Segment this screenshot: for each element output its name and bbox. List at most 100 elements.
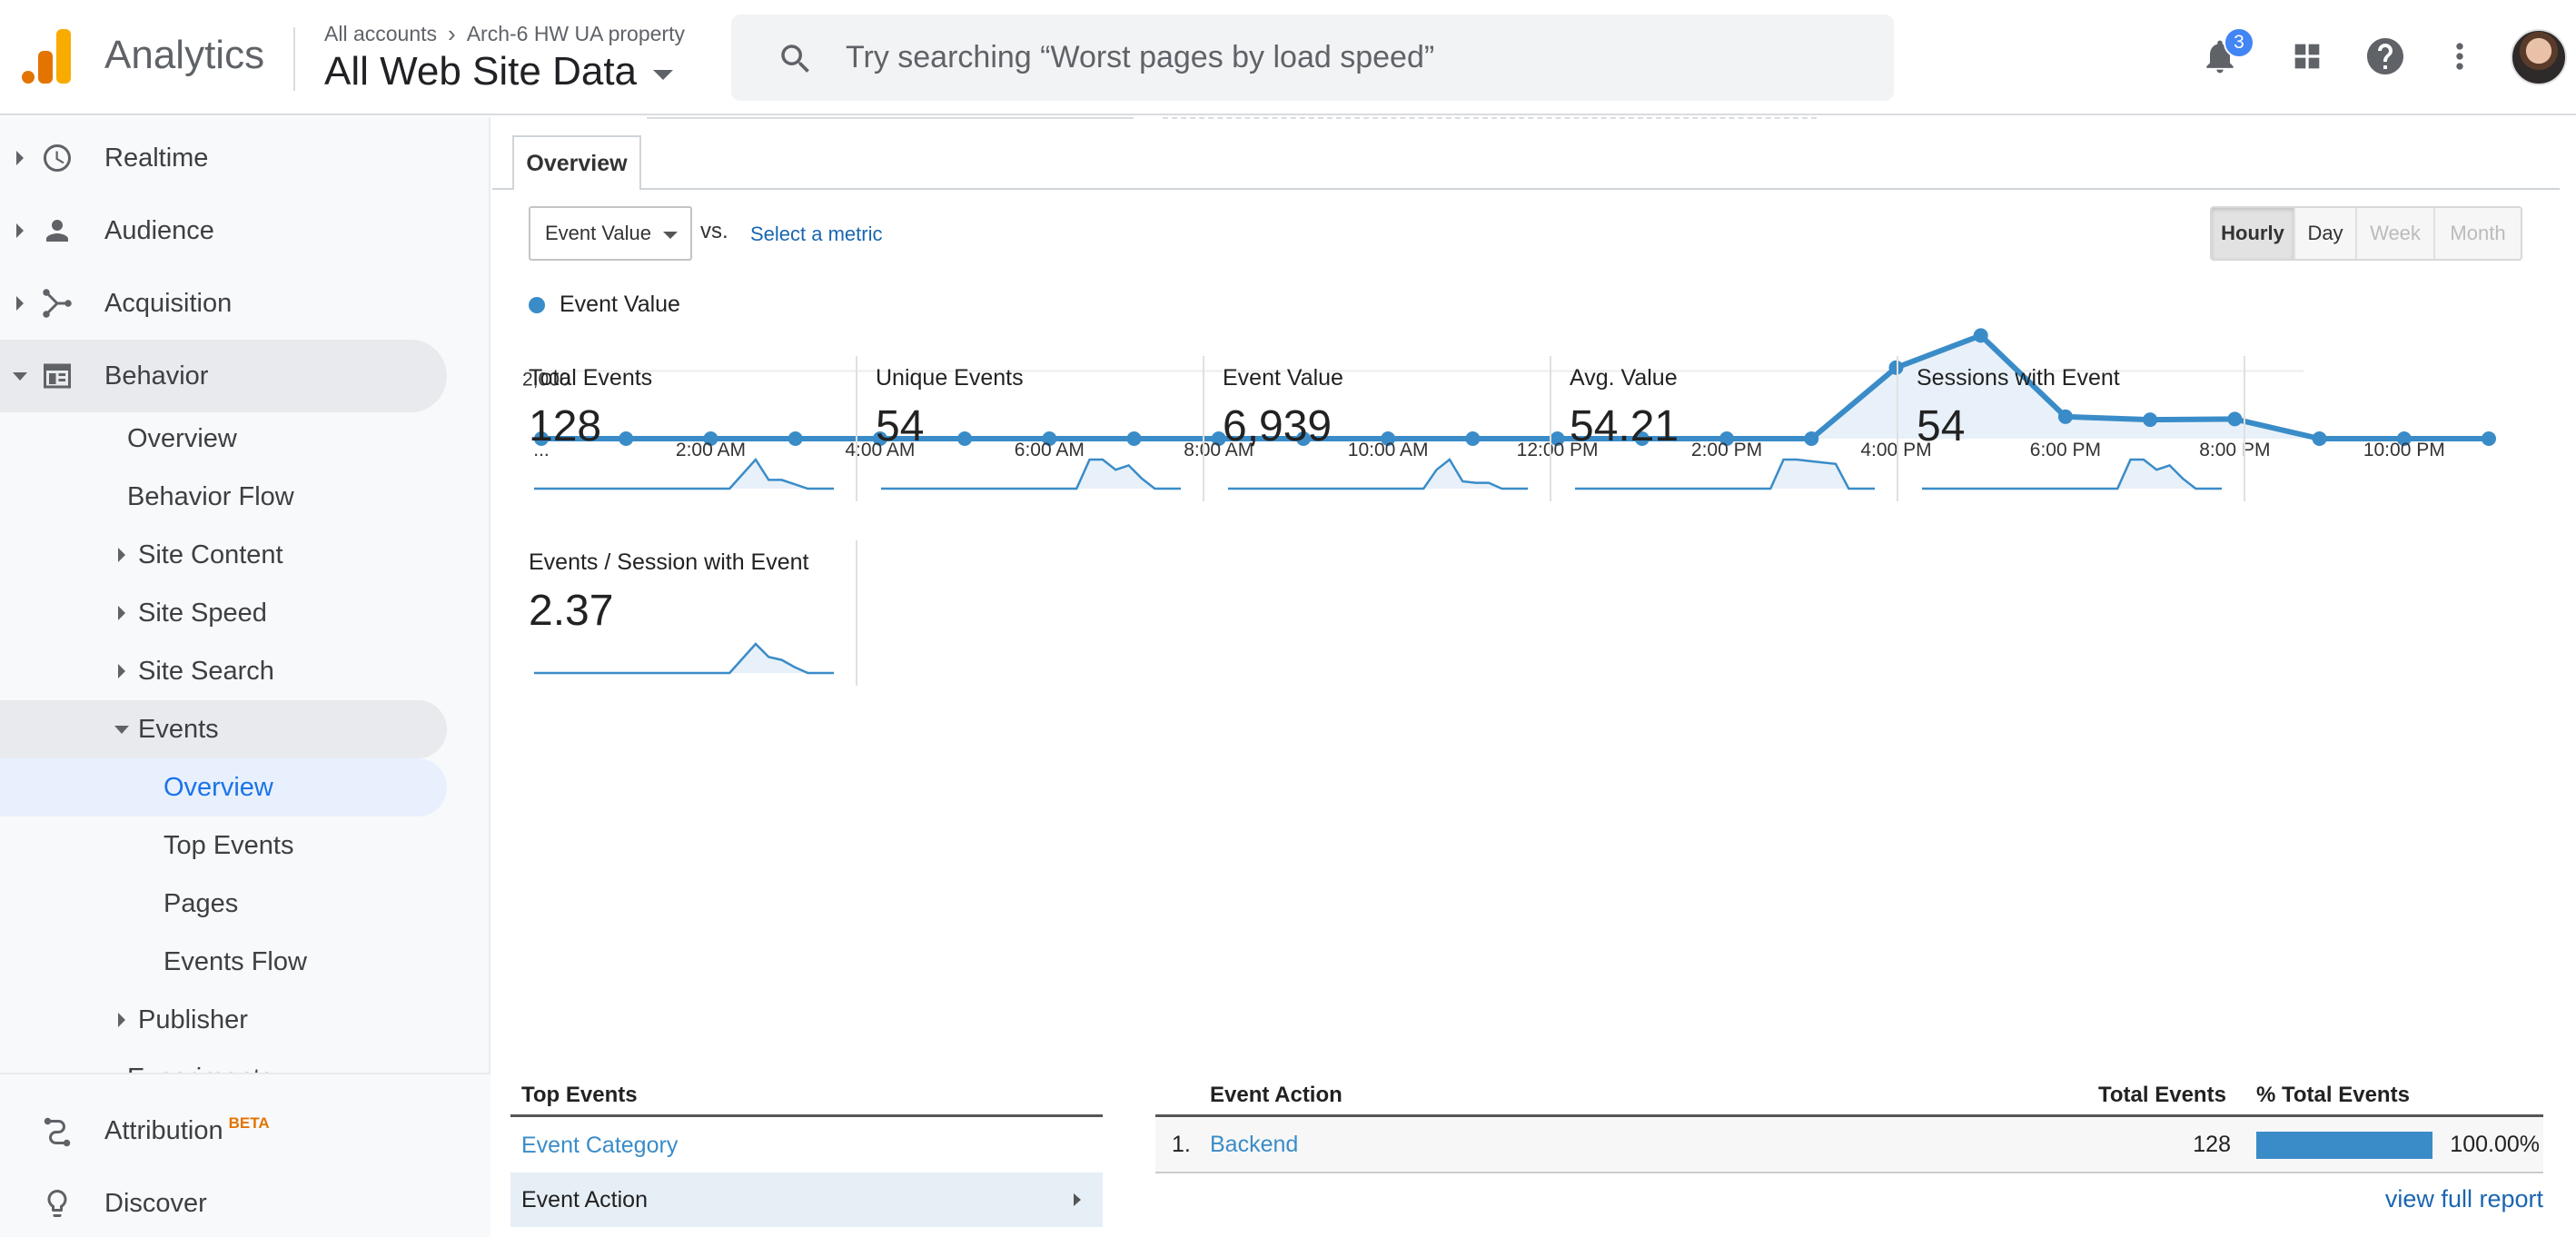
metric-tile-value: 54 [876,402,925,450]
collapse-arrow-icon [13,371,27,381]
sidebar-item-site-speed[interactable]: Site Speed [118,584,267,642]
top-bar: Analytics All accounts › Arch-6 HW UA pr… [0,0,2576,115]
sidebar-item-publisher[interactable]: Publisher [118,991,248,1049]
metric-dropdown-value: Event Value [545,222,652,244]
sidebar-item-site-search[interactable]: Site Search [118,642,274,700]
beta-tag: BETA [228,1113,270,1132]
metric-tile-value: 2.37 [529,587,614,635]
view-selector[interactable]: All Web Site Data [324,49,674,94]
notification-badge: 3 [2224,27,2254,58]
search-bar[interactable]: Try searching “Worst pages by load speed… [731,15,1894,101]
table-header-total-events[interactable]: Total Events [2098,1083,2226,1108]
analytics-logo-icon[interactable] [22,29,73,84]
sidebar-item-label: Top Events [163,830,294,860]
sidebar-item-acquisition[interactable]: Acquisition [0,267,447,340]
breadcrumb[interactable]: All accounts › Arch-6 HW UA property [324,20,685,48]
x-tick-label: 10:00 PM [2363,440,2445,460]
view-full-report-link[interactable]: view full report [2385,1185,2543,1213]
percent-value: 100.00% [2450,1132,2540,1157]
breadcrumb-account[interactable]: All accounts [324,22,437,46]
sidebar-item-realtime[interactable]: Realtime [0,122,447,194]
sidebar-item-label: Events Flow [163,946,307,976]
table-header-event-action[interactable]: Event Action [1210,1083,1342,1108]
sidebar-events-highlight [0,700,447,758]
help-icon[interactable] [2360,31,2411,82]
total-events-value: 128 [2193,1132,2231,1157]
sidebar-item-label: Events [138,714,219,744]
sidebar-item-label: Realtime [104,143,209,173]
tile-divider [856,540,857,686]
hourly-button[interactable]: Hourly [2212,208,2295,259]
sidebar-item-behavior[interactable]: Behavior [0,340,447,412]
row-index: 1. [1172,1132,1191,1157]
search-input[interactable]: Try searching “Worst pages by load speed… [846,40,1434,75]
expand-arrow-icon [16,151,24,165]
metric-dropdown[interactable]: Event Value [529,206,692,261]
apps-grid-icon[interactable] [2282,31,2333,82]
table-header-percent-total[interactable]: % Total Events [2256,1083,2410,1108]
sidebar-item-audience[interactable]: Audience [0,194,447,267]
sidebar-item-label: Discover [104,1188,207,1218]
sidebar-item-behavior-overview[interactable]: Overview [127,410,237,468]
sidebar-item-top-events[interactable]: Top Events [163,816,293,875]
table-row: 1. Backend 128 100.00% [1155,1117,2543,1173]
sidebar-item-behavior-flow[interactable]: Behavior Flow [127,468,294,526]
sparkline [1575,458,1875,490]
event-action-link[interactable]: Backend [1210,1132,1298,1158]
metric-tile[interactable]: Event Value 6,939 [1223,356,1570,520]
expand-arrow-icon [118,664,125,678]
attribution-label: Attribution [104,1115,223,1145]
sidebar-item-label: Acquisition [104,288,233,318]
more-vert-icon[interactable] [2434,31,2485,82]
sidebar-item-events-overview[interactable]: Overview [163,758,273,816]
tile-divider [1897,356,1898,501]
top-events-underline [510,1114,1103,1117]
sparkline [1922,458,2222,490]
view-name: All Web Site Data [324,49,638,94]
metric-tile-name: Sessions with Event [1917,365,2120,391]
sidebar-item-events-flow[interactable]: Events Flow [163,933,307,991]
percent-bar [2256,1132,2432,1159]
sidebar-item-discover[interactable]: Discover [0,1167,447,1237]
top-events-item-label: Event Action [521,1186,648,1212]
tile-divider [2244,356,2245,501]
divider [1163,117,1817,119]
sidebar-item-pages[interactable]: Pages [163,875,238,933]
legend-label: Event Value [560,292,680,317]
avatar[interactable] [2511,29,2567,85]
sparkline-area [534,644,834,673]
sidebar-item-label: Publisher [138,1004,248,1034]
sidebar-item-site-content[interactable]: Site Content [118,526,283,584]
breadcrumb-property[interactable]: Arch-6 HW UA property [467,22,685,46]
sidebar-item-label: Behavior [104,361,209,391]
metric-tile[interactable]: Unique Events 54 [876,356,1223,520]
expand-arrow-icon [118,606,125,620]
sidebar-item-label: Site Speed [138,598,267,628]
metric-tile-name: Unique Events [876,365,1024,391]
expand-arrow-icon [118,1013,125,1027]
sidebar-item-attribution[interactable]: Attribution BETA [0,1094,447,1167]
day-button[interactable]: Day [2295,208,2357,259]
data-point[interactable] [2312,431,2327,446]
metric-tile-value: 6,939 [1223,402,1333,450]
tile-divider [1550,356,1551,501]
expand-arrow-icon [16,296,24,311]
top-events-event-action[interactable]: Event Action [510,1173,1103,1227]
data-point[interactable] [1973,328,1988,343]
week-button[interactable]: Week [2357,208,2435,259]
collapse-arrow-icon [114,725,129,734]
tab-overview[interactable]: Overview [512,135,641,190]
legend-dot [529,296,545,313]
sidebar-item-events[interactable]: Events [114,700,219,758]
metric-tile[interactable]: Avg. Value 54.21 [1570,356,1917,520]
chevron-right-icon [1074,1193,1081,1206]
metric-tile[interactable]: Total Events 128 [529,356,876,520]
metric-tile[interactable]: Sessions with Event 54 [1917,356,2264,520]
select-metric-link[interactable]: Select a metric [750,223,883,246]
header-divider [293,27,295,91]
data-point[interactable] [2482,431,2496,446]
metric-tile[interactable]: Events / Session with Event 2.37 [529,540,876,704]
search-icon [781,45,809,73]
top-events-event-category[interactable]: Event Category [510,1118,1103,1173]
month-button[interactable]: Month [2435,208,2521,259]
